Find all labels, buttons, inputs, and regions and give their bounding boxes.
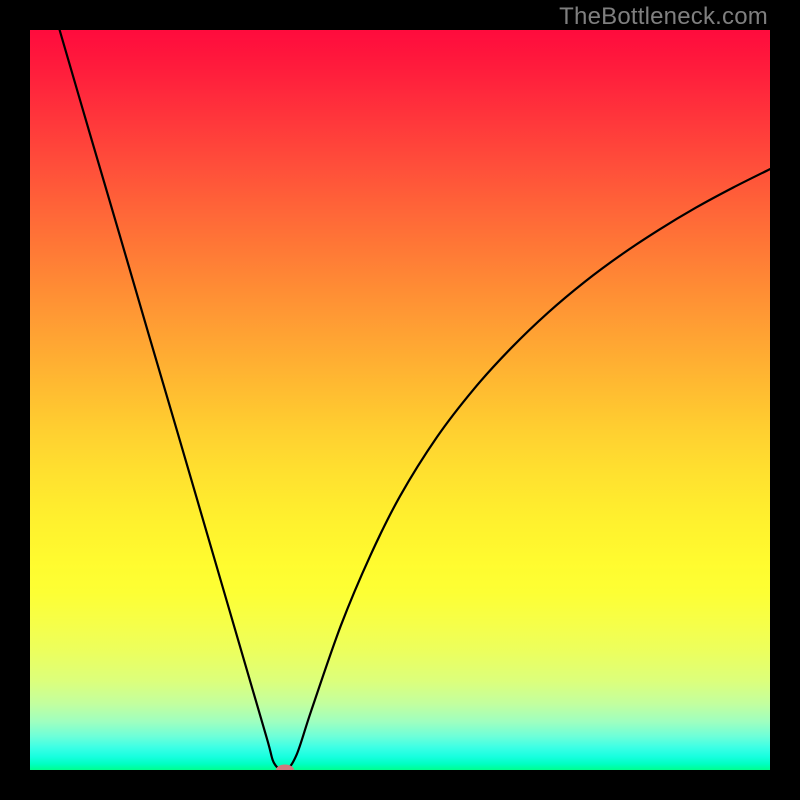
watermark-text: TheBottleneck.com	[559, 3, 768, 31]
plot-area	[30, 30, 770, 770]
optimal-point-marker	[276, 765, 294, 771]
curve-svg	[30, 30, 770, 770]
bottleneck-curve	[60, 30, 770, 770]
chart-frame: TheBottleneck.com	[0, 0, 800, 800]
